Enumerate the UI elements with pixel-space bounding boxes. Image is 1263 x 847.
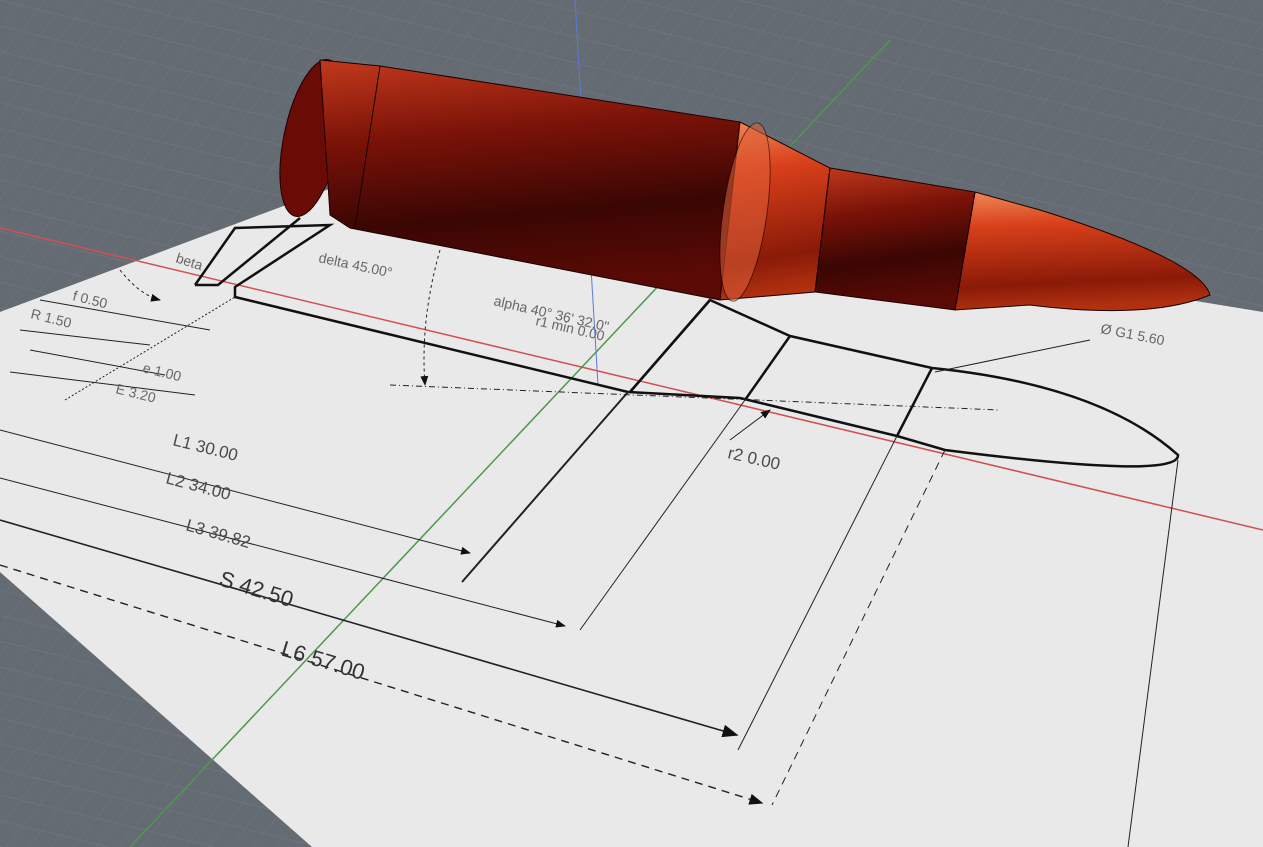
viewport-canvas[interactable]: beta delta 45.00° f 0.50 R 1.50 e 1.00 E… [0, 0, 1263, 847]
3d-viewport[interactable]: beta delta 45.00° f 0.50 R 1.50 e 1.00 E… [0, 0, 1263, 847]
